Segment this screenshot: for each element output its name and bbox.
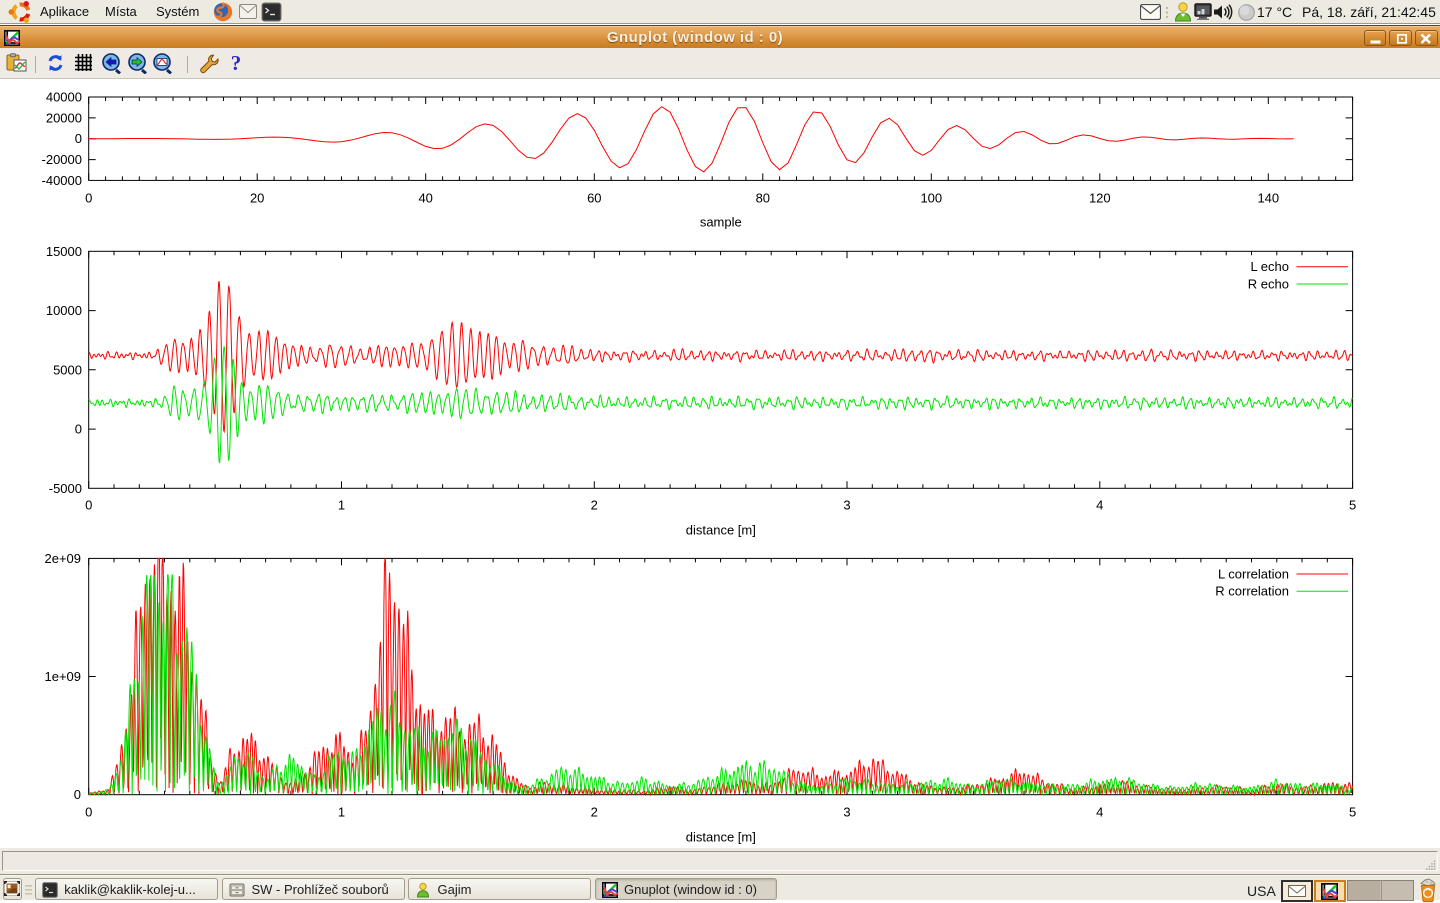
svg-text:0: 0 — [85, 498, 92, 513]
svg-text:sample: sample — [700, 215, 742, 230]
svg-text:-40000: -40000 — [42, 173, 82, 188]
svg-text:1: 1 — [338, 498, 345, 513]
svg-text:?: ? — [231, 52, 242, 75]
svg-text:L correlation: L correlation — [1218, 566, 1289, 581]
svg-text:0: 0 — [75, 422, 82, 437]
svg-text:2: 2 — [591, 498, 598, 513]
svg-text:4: 4 — [1096, 498, 1103, 513]
svg-text:0: 0 — [85, 191, 92, 206]
svg-text:1: 1 — [338, 805, 345, 820]
svg-text:3: 3 — [843, 805, 850, 820]
svg-text:20000: 20000 — [46, 110, 82, 125]
svg-text:5: 5 — [1349, 498, 1356, 513]
svg-text:R echo: R echo — [1248, 276, 1289, 291]
svg-text:5: 5 — [1349, 805, 1356, 820]
svg-text:3: 3 — [843, 498, 850, 513]
svg-text:10000: 10000 — [46, 303, 82, 318]
svg-text:5000: 5000 — [53, 362, 82, 377]
svg-text:1e+09: 1e+09 — [44, 669, 81, 684]
svg-text:distance [m]: distance [m] — [686, 830, 756, 845]
svg-text:L echo: L echo — [1250, 259, 1289, 274]
svg-text:40: 40 — [418, 191, 432, 206]
svg-text:0: 0 — [85, 805, 92, 820]
svg-text:2e+09: 2e+09 — [44, 551, 81, 566]
svg-text:80: 80 — [756, 191, 770, 206]
svg-text:R correlation: R correlation — [1215, 584, 1289, 599]
svg-text:2: 2 — [591, 805, 598, 820]
svg-text:60: 60 — [587, 191, 601, 206]
svg-text:0: 0 — [74, 787, 81, 802]
svg-text:0: 0 — [75, 131, 82, 146]
svg-text:120: 120 — [1089, 191, 1111, 206]
svg-text:distance [m]: distance [m] — [686, 523, 756, 538]
svg-text:20: 20 — [250, 191, 264, 206]
svg-text:40000: 40000 — [46, 90, 82, 105]
svg-text:4: 4 — [1096, 805, 1103, 820]
svg-text:100: 100 — [920, 191, 942, 206]
svg-text:-20000: -20000 — [42, 152, 82, 167]
svg-text:140: 140 — [1257, 191, 1279, 206]
svg-text:-5000: -5000 — [49, 481, 82, 496]
svg-text:15000: 15000 — [46, 244, 82, 259]
